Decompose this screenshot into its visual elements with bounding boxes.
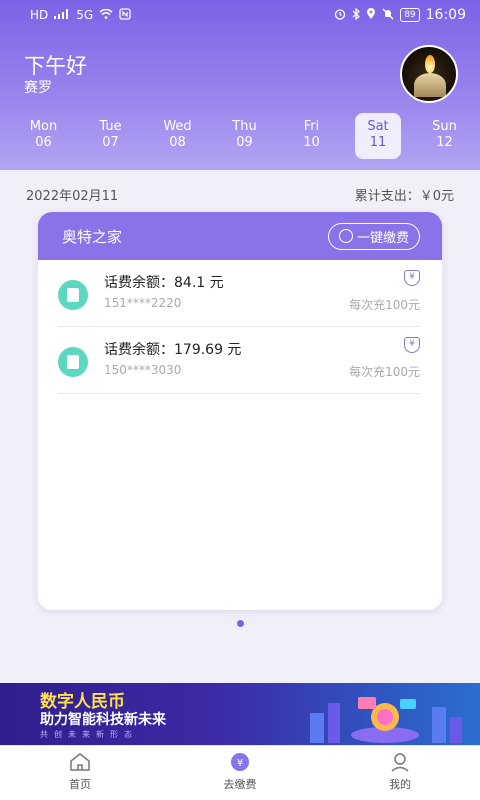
wifi-icon (99, 8, 113, 22)
day-date: 06 (35, 135, 52, 150)
day-weekday: Thu (232, 119, 257, 134)
phone-number: 150****3030 (104, 363, 182, 377)
total-spending: 累计支出：￥0元 (355, 185, 454, 204)
phone-row[interactable]: 话费余额：179.69 元 150****3030 ¥ 每次充100元 (58, 327, 420, 394)
recharge-rule: 每次充100元 (349, 298, 420, 312)
signal-icon (54, 8, 70, 22)
pay-button-label: 一键缴费 (356, 229, 409, 245)
clock-time: 16:09 (425, 7, 466, 23)
bottom-nav: 首页 ¥ 去缴费 我的 (0, 745, 480, 800)
banner-illustration-icon (310, 697, 462, 743)
day-date: 11 (369, 135, 387, 150)
total-value: ￥0元 (419, 189, 454, 204)
day-mon[interactable]: Mon 06 (10, 113, 77, 159)
day-weekday: Sat (367, 119, 389, 134)
nav-pay[interactable]: ¥ 去缴费 (160, 746, 320, 800)
day-weekday: Tue (99, 119, 122, 134)
page-indicator-dot (237, 620, 244, 627)
phone-icon (58, 280, 88, 310)
day-sun[interactable]: Sun 12 (411, 113, 478, 159)
account-card: 奥特之家 一键缴费 话费余额：84.1 元 151****2220 ¥ 每次充1… (38, 212, 442, 610)
phone-icon (58, 347, 88, 377)
shield-icon: ¥ (404, 337, 420, 353)
avatar[interactable] (400, 45, 458, 103)
day-sat-selected[interactable]: Sat 11 (355, 113, 401, 159)
day-weekday: Wed (163, 119, 192, 134)
status-right: 89 16:09 (334, 7, 466, 23)
username-text: 赛罗 (24, 80, 52, 96)
bluetooth-icon (352, 7, 361, 23)
nav-pay-label: 去缴费 (223, 778, 257, 791)
network-type: 5G (76, 8, 94, 22)
current-date: 2022年02月11 (26, 189, 119, 204)
day-weekday: Mon (29, 119, 58, 134)
home-icon (68, 752, 92, 772)
nav-me-label: 我的 (389, 778, 411, 791)
balance-value: 179.69 元 (174, 342, 242, 358)
banner-subtitle: 助力智能科技新未来 (40, 712, 166, 728)
day-weekday: Fri (303, 119, 320, 134)
day-date: 12 (436, 135, 453, 150)
alarm-icon (334, 8, 346, 23)
status-left: HD 5G (30, 7, 131, 23)
nav-home[interactable]: 首页 (0, 746, 160, 800)
candle-icon (414, 73, 446, 97)
day-date: 09 (236, 135, 253, 150)
hd-indicator: HD (30, 8, 49, 22)
user-icon (388, 752, 412, 772)
week-selector: Mon 06 Tue 07 Wed 08 Thu 09 Fri 10 Sat 11 Sun 1… (10, 113, 480, 159)
day-date: 07 (102, 135, 119, 150)
candle-flame-icon (425, 55, 435, 73)
day-date: 08 (169, 135, 186, 150)
day-thu[interactable]: Thu 09 (211, 113, 278, 159)
day-tue[interactable]: Tue 07 (77, 113, 144, 159)
card-header: 奥特之家 一键缴费 (38, 212, 442, 260)
greeting-text: 下午好 (24, 54, 87, 78)
balance-text: 话费余额：179.69 元 (104, 339, 241, 359)
promo-banner[interactable]: 数字人民币 助力智能科技新未来 共创未来新形态 (0, 683, 480, 745)
card-title: 奥特之家 (62, 227, 123, 246)
pay-icon (338, 229, 353, 243)
battery-icon: 89 (400, 8, 420, 22)
day-fri[interactable]: Fri 10 (278, 113, 345, 159)
balance-value: 84.1 元 (174, 275, 224, 291)
phone-number: 151****2220 (104, 296, 182, 310)
phone-row[interactable]: 话费余额：84.1 元 151****2220 ¥ 每次充100元 (58, 260, 420, 327)
recharge-rule: 每次充100元 (349, 365, 420, 379)
banner-small-text: 共创未来新形态 (40, 730, 138, 739)
nav-home-label: 首页 (69, 778, 91, 791)
balance-label: 话费余额： (104, 275, 174, 291)
day-weekday: Sun (432, 119, 457, 134)
one-click-pay-button[interactable]: 一键缴费 (327, 222, 420, 250)
day-wed[interactable]: Wed 08 (144, 113, 211, 159)
nfc-icon (119, 7, 131, 23)
day-date: 10 (303, 135, 320, 150)
balance-text: 话费余额：84.1 元 (104, 272, 224, 292)
mute-icon (382, 8, 394, 23)
total-label: 累计支出： (354, 189, 420, 204)
svg-text:¥: ¥ (237, 758, 243, 769)
status-bar: HD 5G 89 16:09 (0, 0, 480, 30)
pay-nav-icon: ¥ (228, 752, 252, 772)
location-icon (366, 7, 376, 23)
shield-icon: ¥ (404, 270, 420, 286)
nav-me[interactable]: 我的 (320, 746, 480, 800)
balance-label: 话费余额： (104, 342, 174, 358)
